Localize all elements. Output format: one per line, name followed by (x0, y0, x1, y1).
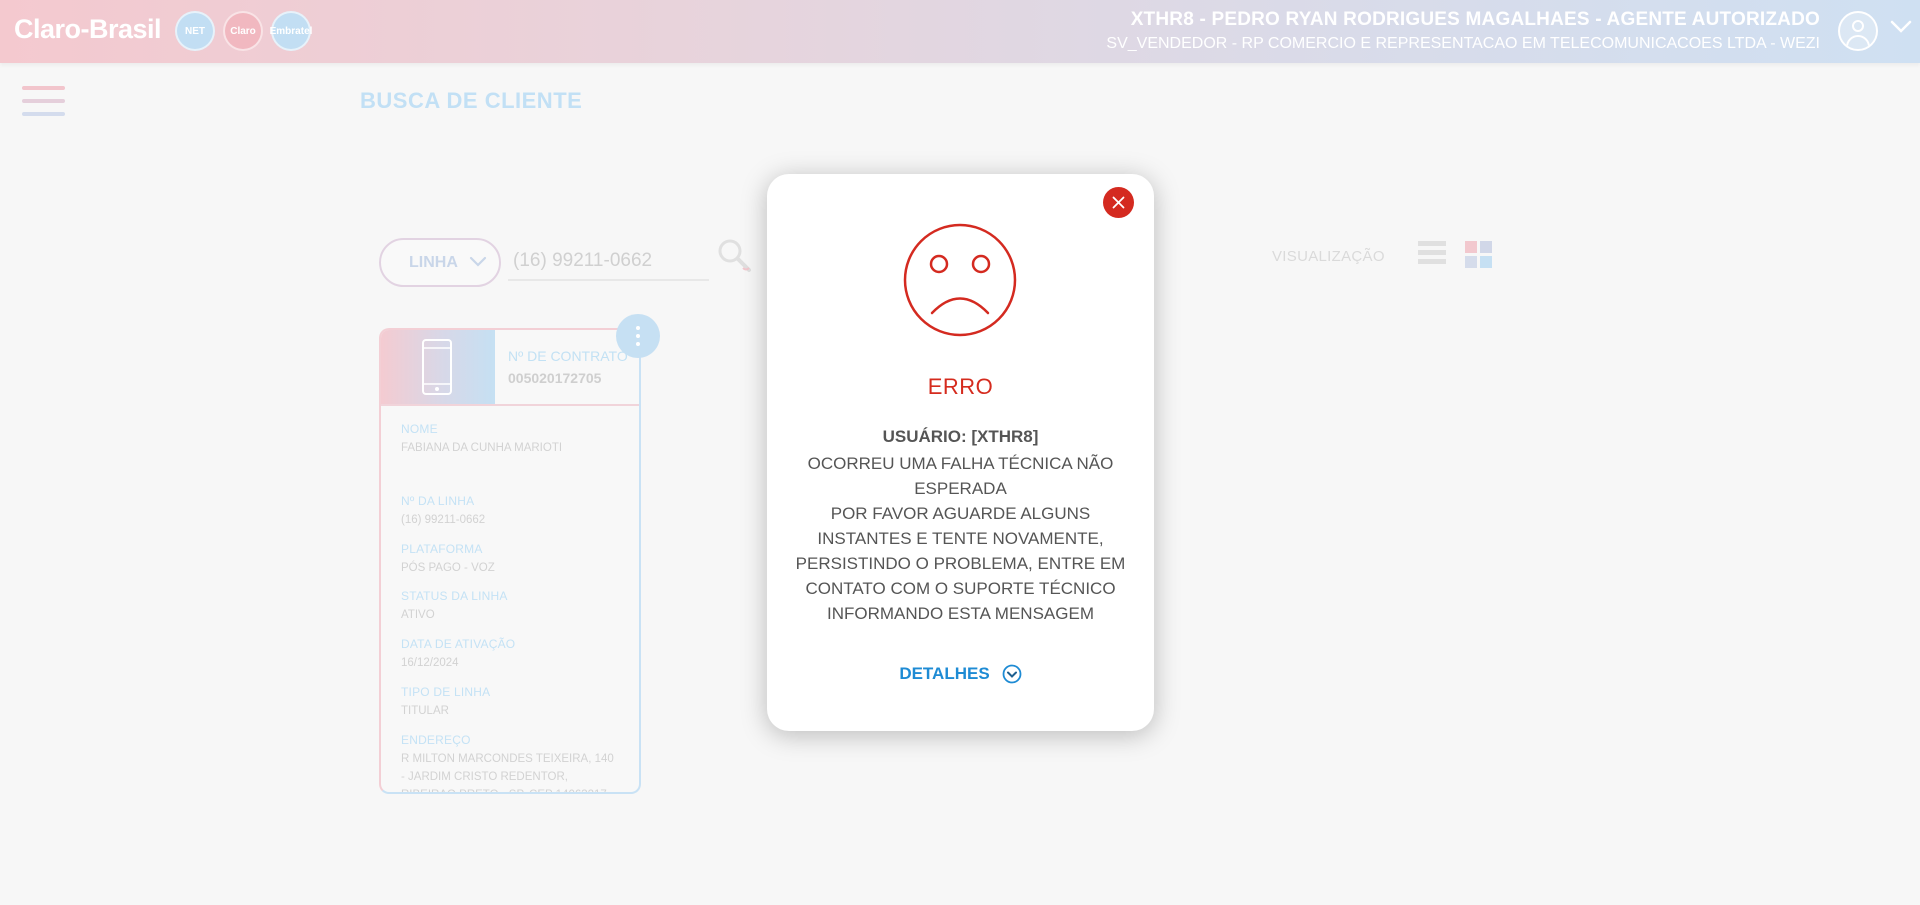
search-type-label: LINHA (409, 253, 458, 271)
contract-value: 005020172705 (508, 370, 602, 386)
modal-message: OCORREU UMA FALHA TÉCNICA NÃO ESPERADA P… (795, 454, 1126, 623)
field-value: ATIVO (401, 609, 435, 622)
chevron-down-icon[interactable] (1890, 20, 1912, 34)
page-title: BUSCA DE CLIENTE (360, 88, 583, 113)
brand-logo[interactable]: Claro-Brasil (14, 14, 162, 45)
field-tipo-linha: TIPO DE LINHA TITULAR (401, 685, 619, 721)
avatar-head-shape (1852, 20, 1864, 32)
card-options-button[interactable] (616, 314, 660, 358)
claro-logo[interactable]: Claro (223, 11, 263, 51)
field-value: PÓS PAGO - VOZ (401, 561, 495, 574)
list-view-icon[interactable] (1418, 241, 1446, 269)
hamburger-menu-icon[interactable] (22, 86, 65, 120)
user-role: SV_VENDEDOR - RP COMERCIO E REPRESENTACA… (1106, 35, 1820, 52)
field-label: STATUS DA LINHA (401, 589, 508, 604)
modal-title: ERRO (927, 374, 994, 399)
grid-view-icon[interactable] (1465, 241, 1492, 268)
close-button[interactable] (1103, 187, 1134, 218)
card-phone-area (381, 330, 495, 404)
embratel-logo[interactable]: Embratel (270, 11, 312, 51)
modal-user-line: USUÁRIO: [XTHR8] (882, 427, 1039, 446)
user-name: XTHR8 - PEDRO RYAN RODRIGUES MAGALHAES -… (1130, 9, 1820, 30)
field-value: R MILTON MARCONDES TEIXEIRA, 140 - JARDI… (401, 752, 614, 792)
error-modal: ERRO USUÁRIO: [XTHR8] OCORREU UMA FALHA … (767, 174, 1154, 731)
details-button[interactable]: DETALHES (767, 664, 1154, 684)
field-label: NOME (401, 422, 438, 436)
field-label: DATA DE ATIVAÇÃO (401, 637, 516, 652)
field-nome: NOME FABIANA DA CUNHA MARIOTI (401, 422, 619, 458)
contract-label: Nº DE CONTRATO (508, 348, 628, 364)
field-value: 16/12/2024 (401, 657, 459, 670)
brand-logos: NET Claro Embratel (175, 11, 312, 51)
sad-face-icon (903, 223, 1017, 337)
field-label: TIPO DE LINHA (401, 685, 491, 700)
search-input[interactable] (508, 243, 709, 281)
avatar[interactable] (1838, 11, 1878, 51)
chevron-down-icon (469, 256, 487, 267)
field-label: Nº DA LINHA (401, 493, 475, 508)
avatar-body-shape (1846, 35, 1870, 49)
phone-icon (422, 339, 452, 395)
field-label: ENDEREÇO (401, 732, 471, 747)
search-type-select[interactable]: LINHA (379, 238, 501, 287)
customer-card[interactable]: Nº DE CONTRATO 005020172705 NOME FABIANA… (379, 328, 641, 794)
view-label: VISUALIZAÇÃO (1272, 248, 1385, 265)
net-logo[interactable]: NET (175, 11, 215, 51)
field-label: PLATAFORMA (401, 541, 483, 556)
field-value: (16) 99211-0662 (401, 513, 486, 526)
user-info: XTHR8 - PEDRO RYAN RODRIGUES MAGALHAES -… (1106, 9, 1820, 53)
field-value: TITULAR (401, 705, 449, 718)
details-label: DETALHES (899, 664, 990, 683)
chevron-down-circle-icon (1002, 664, 1022, 684)
field-plataforma: PLATAFORMA PÓS PAGO - VOZ (401, 542, 619, 578)
field-endereco: ENDEREÇO R MILTON MARCONDES TEIXEIRA, 14… (401, 732, 619, 792)
field-numero-linha: Nº DA LINHA (16) 99211-0662 (401, 494, 619, 530)
field-data-ativacao: DATA DE ATIVAÇÃO 16/12/2024 (401, 637, 619, 673)
card-header: Nº DE CONTRATO 005020172705 (381, 330, 639, 406)
top-header: Claro-Brasil NET Claro Embratel XTHR8 - … (0, 0, 1920, 63)
close-icon (1112, 196, 1125, 209)
card-fields: NOME FABIANA DA CUNHA MARIOTI Nº DA LINH… (381, 406, 639, 792)
search-icon[interactable] (716, 237, 754, 275)
field-status-linha: STATUS DA LINHA ATIVO (401, 589, 619, 625)
field-value: FABIANA DA CUNHA MARIOTI (401, 442, 563, 454)
